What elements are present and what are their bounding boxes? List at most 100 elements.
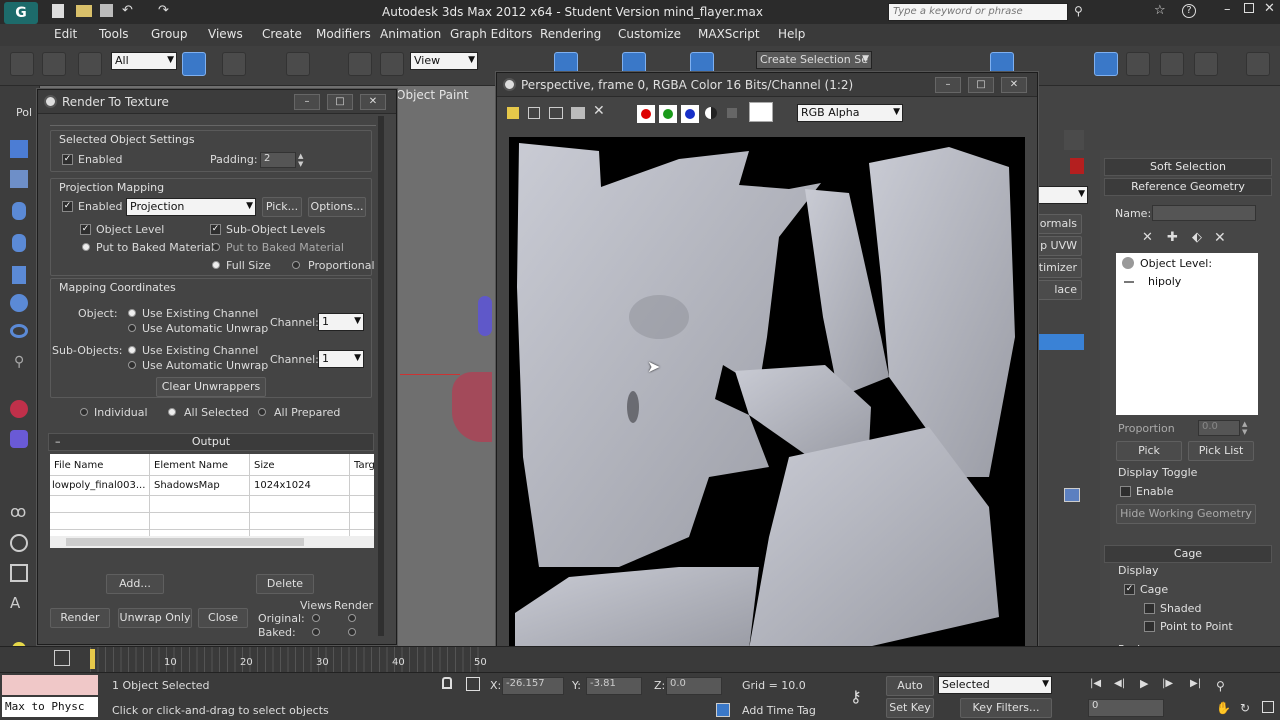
shaded-checkbox[interactable]: [1144, 603, 1155, 614]
proportion-spinner[interactable]: ▲ ▼: [1242, 420, 1252, 436]
alpha-channel-icon[interactable]: [705, 107, 717, 119]
save-file-icon[interactable]: [100, 4, 113, 17]
object-auto-radio[interactable]: [128, 324, 136, 332]
all-selected-radio[interactable]: [168, 408, 176, 416]
channel-dropdown-2[interactable]: 1 ▼: [318, 350, 364, 368]
menu-create[interactable]: Create: [262, 27, 302, 41]
unwrap-only-button[interactable]: Unwrap Only: [118, 608, 192, 628]
blue-channel-icon[interactable]: [681, 105, 699, 123]
modifier-list-dropdown[interactable]: ▼: [1036, 186, 1088, 204]
channel-dropdown[interactable]: 1 ▼: [318, 313, 364, 331]
redo-icon[interactable]: ↷: [158, 3, 169, 18]
copy-image-icon[interactable]: [528, 107, 540, 119]
cage-checkbox[interactable]: ✓: [1124, 584, 1135, 595]
red-swatch[interactable]: [1070, 158, 1084, 174]
close-icon[interactable]: ✕: [1264, 1, 1275, 16]
pan-icon[interactable]: ✋: [1216, 701, 1231, 715]
render-setup-icon[interactable]: [1126, 52, 1150, 76]
scale-icon[interactable]: [380, 52, 404, 76]
key-icon[interactable]: [54, 650, 70, 666]
selection-filter-dropdown[interactable]: All ▼: [111, 52, 177, 70]
current-frame-field[interactable]: 0: [1088, 699, 1164, 717]
padding-field[interactable]: 2: [260, 152, 296, 168]
proportion-field[interactable]: 0.0: [1198, 420, 1240, 436]
text-icon[interactable]: A: [10, 594, 20, 612]
time-slider[interactable]: 10 20 30 40 50: [0, 646, 1280, 673]
add-time-tag[interactable]: Add Time Tag: [742, 704, 816, 717]
pick-button[interactable]: Pick: [1116, 441, 1182, 461]
rotate-icon[interactable]: [348, 52, 372, 76]
column-file-name[interactable]: File Name: [54, 460, 103, 471]
list-item[interactable]: hipoly: [1148, 275, 1181, 288]
pick-cursor-icon[interactable]: ⬖: [1192, 230, 1202, 245]
maximize-icon[interactable]: □: [968, 77, 994, 93]
rtt-title-bar[interactable]: Render To Texture – □ ✕: [38, 90, 396, 114]
sub-existing-radio[interactable]: [128, 346, 136, 354]
time-thumb[interactable]: [90, 649, 95, 669]
menu-rendering[interactable]: Rendering: [540, 27, 601, 41]
close-icon[interactable]: ✕: [1001, 77, 1027, 93]
grid-icon[interactable]: [10, 140, 28, 158]
proportional-radio[interactable]: [292, 261, 300, 269]
key-mode-dropdown[interactable]: Selected ▼: [938, 676, 1052, 694]
column-target[interactable]: Targ: [354, 460, 374, 471]
close-button[interactable]: Close: [198, 608, 248, 628]
material-editor-icon[interactable]: [1094, 52, 1118, 76]
scroll-thumb[interactable]: [66, 538, 304, 546]
select-by-name-icon[interactable]: [222, 52, 246, 76]
select-object-icon[interactable]: [182, 52, 206, 76]
column-size[interactable]: Size: [254, 460, 275, 471]
swatch-icon[interactable]: [749, 102, 773, 122]
list-item[interactable]: Object Level:: [1140, 257, 1212, 270]
rtt-scrollbar[interactable]: [378, 116, 384, 636]
object-level-checkbox[interactable]: ✓: [80, 224, 91, 235]
frame-title-bar[interactable]: Perspective, frame 0, RGBA Color 16 Bits…: [497, 73, 1037, 97]
y-field[interactable]: -3.81: [586, 677, 642, 695]
menu-edit[interactable]: Edit: [54, 27, 77, 41]
star-icon[interactable]: ☆: [1154, 3, 1166, 18]
selected-stack-item[interactable]: [1036, 334, 1084, 350]
search-input[interactable]: Type a keyword or phrase: [888, 3, 1068, 21]
next-frame-icon[interactable]: |▶: [1162, 678, 1173, 689]
sub-auto-radio[interactable]: [128, 361, 136, 369]
individual-radio[interactable]: [80, 408, 88, 416]
add-plus-icon[interactable]: ✚: [1167, 230, 1178, 245]
point-to-point-checkbox[interactable]: [1144, 621, 1155, 632]
goto-end-icon[interactable]: ▶|: [1190, 678, 1201, 689]
add-button[interactable]: Add...: [106, 574, 164, 594]
menu-graph-editors[interactable]: Graph Editors: [450, 27, 532, 41]
display-channel-dropdown[interactable]: RGB Alpha ▼: [797, 104, 903, 122]
horizontal-scrollbar[interactable]: [50, 536, 374, 548]
print-icon[interactable]: [571, 107, 585, 119]
open-file-icon[interactable]: [76, 5, 92, 17]
lock-icon[interactable]: [442, 677, 452, 689]
minimize-icon[interactable]: –: [294, 94, 320, 110]
particles-icon[interactable]: [10, 430, 28, 448]
menu-group[interactable]: Group: [151, 27, 188, 41]
key-filters-button[interactable]: Key Filters...: [960, 698, 1052, 718]
remove-x-icon[interactable]: ✕: [1214, 230, 1226, 246]
projection-enabled-checkbox[interactable]: ✓: [62, 201, 73, 212]
projection-dropdown[interactable]: Projection ▼: [126, 198, 256, 216]
link-icon[interactable]: [10, 52, 34, 76]
rect-select-icon[interactable]: [10, 564, 28, 582]
play-icon[interactable]: ▶: [1140, 677, 1148, 690]
original-render-radio[interactable]: [348, 614, 356, 622]
put-baked-radio[interactable]: [82, 243, 90, 251]
table-row[interactable]: lowpoly_final003... ShadowsMap 1024x1024: [50, 476, 374, 496]
cage-rollout[interactable]: Cage: [1104, 545, 1272, 563]
output-table[interactable]: File Name Element Name Size Targ lowpoly…: [50, 454, 374, 548]
output-rollout[interactable]: – Output: [48, 433, 374, 451]
prev-frame-icon[interactable]: ◀|: [1114, 678, 1125, 689]
strip-button-normals[interactable]: ormals: [1036, 214, 1082, 234]
x-field[interactable]: -26.157: [502, 677, 564, 695]
red-channel-icon[interactable]: [637, 105, 655, 123]
enable-checkbox[interactable]: [1120, 486, 1131, 497]
minimize-icon[interactable]: –: [935, 77, 961, 93]
object-existing-radio[interactable]: [128, 309, 136, 317]
z-field[interactable]: 0.0: [666, 677, 722, 695]
column-element-name[interactable]: Element Name: [154, 460, 228, 471]
time-tag-icon[interactable]: [716, 703, 730, 717]
torus-icon[interactable]: [10, 324, 28, 338]
tube-icon[interactable]: [12, 234, 26, 252]
